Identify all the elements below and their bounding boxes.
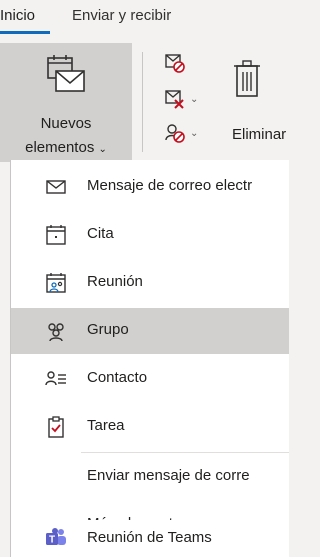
new-items-button[interactable]: Nuevos elementos ⌄: [0, 43, 132, 162]
menu-item-appointment[interactable]: Cita: [11, 212, 289, 258]
clean-up-chevron-icon[interactable]: ⌄: [190, 94, 198, 105]
menu-item-label: Grupo: [87, 321, 129, 338]
junk-chevron-icon[interactable]: ⌄: [190, 128, 198, 139]
tab-enviar-y-recibir[interactable]: Enviar y recibir: [72, 7, 171, 24]
calendar-icon: [45, 224, 67, 246]
menu-item-label: Mensaje de correo electr: [87, 177, 253, 194]
delete-label: Eliminar: [232, 126, 287, 143]
menu-item-meeting[interactable]: Reunión: [11, 260, 289, 306]
ribbon-tabs: Inicio Enviar y recibir: [0, 0, 288, 36]
ribbon-body: Nuevos elementos ⌄ ⌄ ⌄ Eliminar: [0, 36, 288, 162]
menu-item-label: Contacto: [87, 369, 148, 386]
new-items-menu: Mensaje de correo electr Cita Reunión Gr…: [10, 160, 289, 557]
tab-inicio[interactable]: Inicio: [0, 7, 35, 24]
delete-button[interactable]: Eliminar: [232, 56, 288, 146]
envelope-icon: [45, 176, 67, 198]
svg-text:T: T: [49, 535, 55, 546]
menu-item-send-message-to[interactable]: Enviar mensaje de corre: [11, 454, 289, 500]
chevron-down-icon: ⌄: [98, 144, 107, 155]
menu-separator: [81, 452, 289, 453]
ribbon-separator: [142, 52, 143, 152]
junk-icon[interactable]: [164, 122, 186, 149]
menu-item-label: Enviar mensaje de corre: [87, 467, 250, 484]
new-items-label-line2: elementos ⌄: [25, 139, 107, 156]
teams-icon: T: [45, 527, 67, 549]
menu-item-group[interactable]: Grupo: [11, 308, 289, 354]
group-icon: [45, 320, 67, 342]
menu-item-teams-meeting[interactable]: T Reunión de Teams: [10, 520, 289, 557]
ignore-icon[interactable]: [164, 52, 186, 79]
new-items-icon: [44, 53, 88, 102]
new-items-label-line1: Nuevos: [40, 115, 92, 132]
delete-icon: [232, 60, 262, 105]
menu-item-contact[interactable]: Contacto: [11, 356, 289, 402]
clean-up-icon[interactable]: [164, 88, 186, 115]
menu-item-label: Reunión: [87, 273, 143, 290]
menu-item-label: Tarea: [87, 417, 125, 434]
menu-item-label: Reunión de Teams: [87, 529, 212, 546]
contact-icon: [45, 368, 67, 390]
task-icon: [45, 416, 67, 438]
menu-item-task[interactable]: Tarea: [11, 404, 289, 450]
menu-item-mail-message[interactable]: Mensaje de correo electr: [11, 164, 289, 210]
meeting-icon: [45, 272, 67, 294]
active-tab-indicator: [0, 31, 50, 34]
menu-item-label: Cita: [87, 225, 114, 242]
